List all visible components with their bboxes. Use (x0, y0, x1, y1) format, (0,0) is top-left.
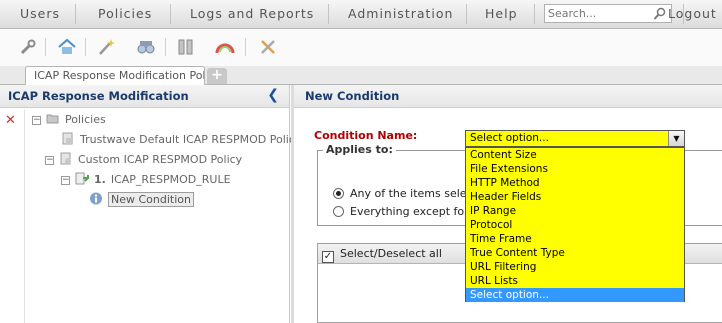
option-http-method[interactable]: HTTP Method (466, 176, 684, 190)
menu-divider (534, 4, 535, 24)
add-tab-button[interactable]: + (207, 68, 227, 84)
tree-label: Policies (65, 113, 106, 126)
tree-node-policies[interactable]: − Policies (32, 112, 106, 128)
rule-icon (75, 172, 89, 185)
menu-divider (75, 4, 76, 24)
toolbar (0, 29, 722, 66)
gauge-icon[interactable] (215, 37, 235, 57)
main-menu-bar: Users Policies Logs and Reports Administ… (0, 0, 722, 29)
menu-users[interactable]: Users (20, 6, 60, 21)
delete-icon[interactable]: ✕ (5, 113, 16, 128)
books-icon[interactable] (176, 37, 196, 57)
option-content-size[interactable]: Content Size (466, 148, 684, 162)
menu-divider (170, 4, 171, 24)
menu-divider (466, 4, 467, 24)
home-icon[interactable] (57, 37, 77, 57)
option-file-extensions[interactable]: File Extensions (466, 162, 684, 176)
chevron-down-icon[interactable]: ▼ (668, 131, 684, 146)
logout-link[interactable]: Logout (668, 6, 717, 21)
condition-editor-header: New Condition (294, 85, 722, 108)
radio-except[interactable] (333, 206, 344, 217)
option-url-lists[interactable]: URL Lists (466, 274, 684, 288)
search-box (544, 4, 672, 23)
radio-any-label: Any of the items selecte (350, 187, 484, 200)
select-all-checkbox[interactable]: ✓ (322, 251, 334, 263)
radio-except-option[interactable]: Everything except for th (333, 205, 483, 219)
menu-logs-and-reports[interactable]: Logs and Reports (190, 6, 314, 21)
wrench-icon[interactable] (18, 37, 38, 57)
tab-icap-response-modification[interactable]: ICAP Response Modification Pol (25, 66, 205, 85)
collapse-node-icon[interactable]: − (32, 116, 41, 125)
wand-icon[interactable] (96, 37, 116, 57)
option-protocol[interactable]: Protocol (466, 218, 684, 232)
radio-any-option[interactable]: Any of the items selecte (333, 187, 484, 201)
tree-node-default-policy[interactable]: Trustwave Default ICAP RESPMOD Policy (61, 132, 301, 148)
toolbar-divider (165, 38, 166, 56)
option-header-fields[interactable]: Header Fields (466, 190, 684, 204)
search-input[interactable] (545, 5, 645, 22)
toolbar-divider (245, 38, 246, 56)
option-select-placeholder[interactable]: Select option... (466, 288, 684, 302)
condition-name-options: Content Size File Extensions HTTP Method… (465, 147, 685, 302)
option-url-filtering[interactable]: URL Filtering (466, 260, 684, 274)
collapse-node-icon[interactable]: − (45, 156, 54, 165)
toolbar-divider (85, 38, 86, 56)
option-ip-range[interactable]: IP Range (466, 204, 684, 218)
folder-open-icon (46, 114, 59, 124)
policy-icon (62, 132, 73, 145)
menu-administration[interactable]: Administration (348, 6, 453, 21)
search-icon[interactable] (652, 6, 668, 22)
tree-label: Custom ICAP RESPMOD Policy (78, 153, 243, 166)
tools-icon[interactable] (258, 37, 278, 57)
tree-node-custom-policy[interactable]: − Custom ICAP RESPMOD Policy (45, 152, 242, 168)
pane-title: ICAP Response Modification (8, 89, 189, 103)
toolbar-divider (45, 38, 46, 56)
tree-node-new-condition[interactable]: New Condition (89, 192, 194, 208)
radio-any[interactable] (333, 188, 344, 199)
collapse-node-icon[interactable]: − (61, 176, 70, 185)
info-icon (90, 192, 102, 205)
applies-to-legend: Applies to: (323, 143, 396, 156)
binoculars-icon[interactable] (136, 37, 156, 57)
policy-tree-pane: ICAP Response Modification ❮ ✕ − Policies… (0, 85, 301, 323)
menu-help[interactable]: Help (485, 6, 518, 21)
tree-action-gutter: ✕ (0, 109, 25, 323)
tab-strip: ICAP Response Modification Pol + (0, 66, 722, 85)
option-true-content-type[interactable]: True Content Type (466, 246, 684, 260)
radio-except-label: Everything except for th (350, 205, 484, 218)
collapse-pane-icon[interactable]: ❮ (267, 87, 279, 103)
condition-name-label: Condition Name: (314, 129, 418, 142)
tree-label: Trustwave Default ICAP RESPMOD Policy (80, 133, 302, 146)
menu-divider (328, 4, 329, 24)
condition-name-select[interactable]: Select option... ▼ (465, 130, 685, 147)
condition-name-selected-value: Select option... (470, 132, 549, 144)
select-all-label: Select/Deselect all (340, 247, 442, 260)
option-time-frame[interactable]: Time Frame (466, 232, 684, 246)
policy-icon (60, 152, 71, 165)
tree-label: ICAP_RESPMOD_RULE (110, 173, 231, 186)
tree-label-selected: New Condition (108, 192, 194, 207)
policy-tree-header: ICAP Response Modification ❮ (0, 85, 289, 108)
menu-policies[interactable]: Policies (98, 6, 152, 21)
tree-node-rule[interactable]: − 1. ICAP_RESPMOD_RULE (61, 172, 231, 188)
rule-number: 1. (94, 173, 106, 186)
